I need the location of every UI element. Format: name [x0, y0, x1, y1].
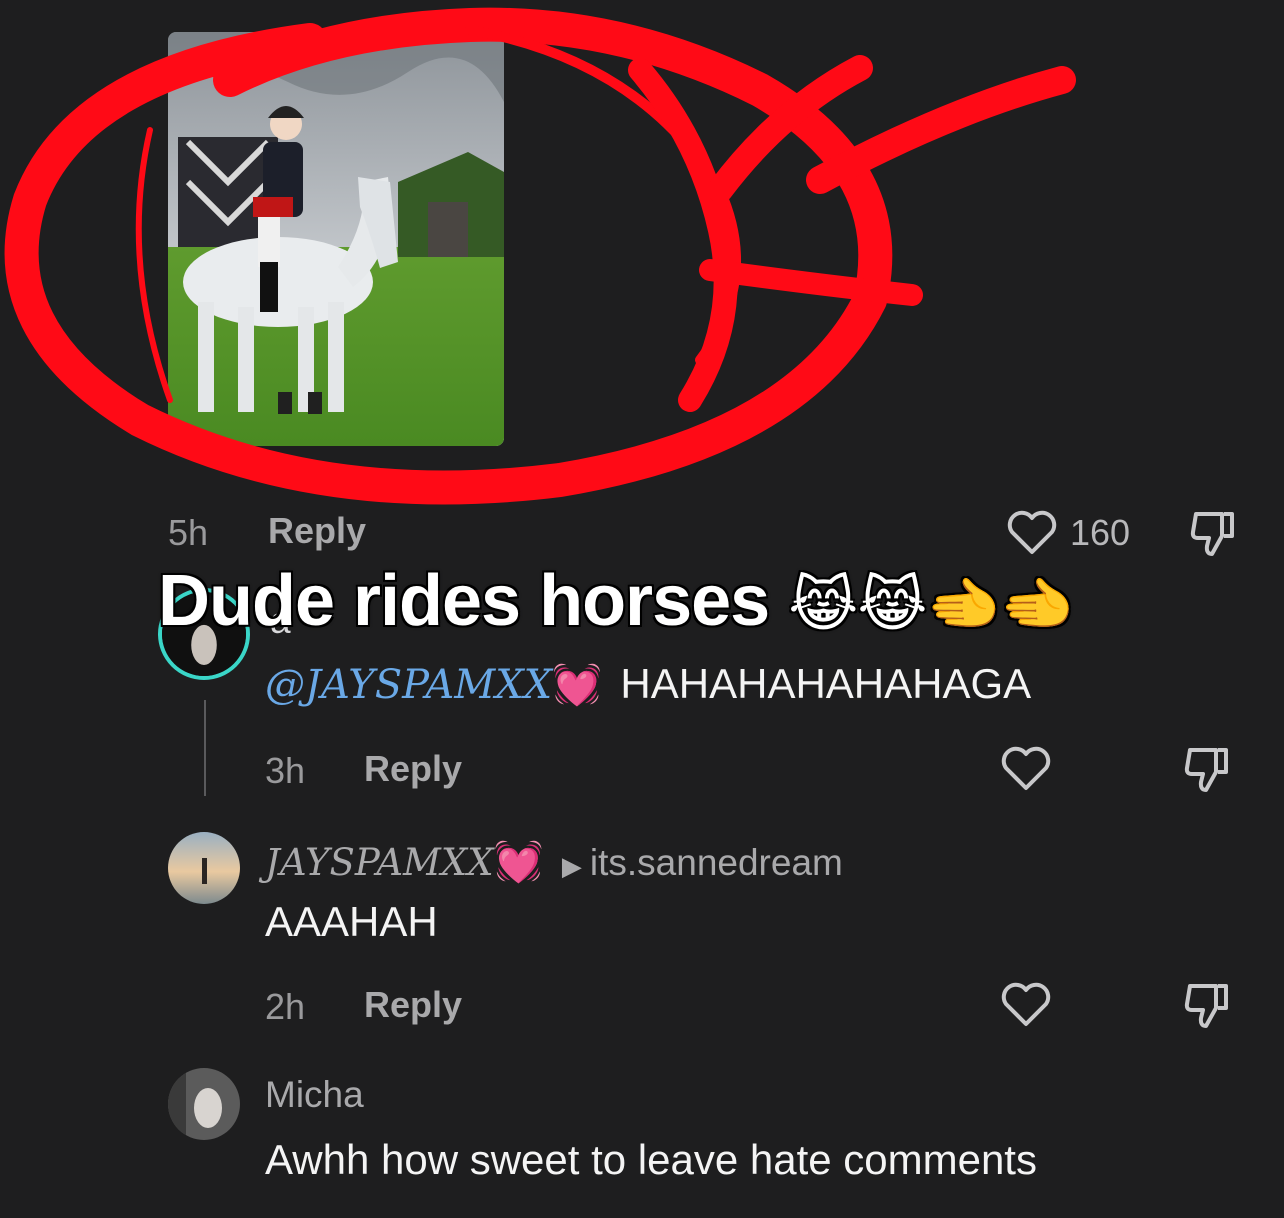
dislike-icon[interactable]: [1186, 508, 1238, 560]
heart-emoji: 💓: [493, 840, 544, 884]
horse-rider-image: [168, 32, 504, 446]
username[interactable]: Micha: [265, 1074, 364, 1116]
reply-2-reply-button[interactable]: Reply: [364, 984, 462, 1026]
reply-1-time: 3h: [265, 750, 306, 791]
avatar[interactable]: [168, 832, 240, 904]
avatar[interactable]: [168, 1068, 240, 1140]
heart-emoji: 💓: [552, 663, 602, 707]
reply-button[interactable]: Reply: [268, 510, 366, 552]
comment-time: 5h: [168, 512, 209, 553]
like-count: 160: [1070, 512, 1131, 553]
caption-emoji: 😹😹🫲🫲: [788, 570, 1075, 640]
caption-text: Dude rides horses: [158, 561, 770, 641]
mention-link[interactable]: @JAYSPAMXX: [265, 662, 552, 708]
username[interactable]: JAYSPAMXX: [265, 841, 494, 884]
heart-icon[interactable]: [1000, 744, 1052, 792]
reply-1-text-row: @JAYSPAMXX💓 HAHAHAHAHAHAGA: [265, 660, 1031, 708]
reply-2-header: JAYSPAMXX💓 ▶ its.sannedream: [265, 838, 843, 885]
heart-icon[interactable]: [1006, 508, 1058, 556]
reply-to-username[interactable]: its.sannedream: [590, 842, 843, 883]
reply-2-time: 2h: [265, 986, 306, 1027]
video-caption: Dude rides horses 😹😹🫲🫲: [158, 560, 1075, 642]
reply-2-text: AAAHAH: [265, 898, 438, 945]
reply-1-text: HAHAHAHAHAHAGA: [620, 660, 1032, 707]
reply-3-text-overflow: [265, 1196, 277, 1218]
dislike-icon[interactable]: [1180, 744, 1232, 796]
reply-1-reply-button[interactable]: Reply: [364, 748, 462, 790]
dislike-icon[interactable]: [1180, 980, 1232, 1032]
play-triangle-icon: ▶: [561, 851, 582, 881]
reply-3-text: Awhh how sweet to leave hate comments: [265, 1136, 1037, 1183]
heart-icon[interactable]: [1000, 980, 1052, 1028]
comment-photo[interactable]: [168, 32, 504, 446]
thread-line: [204, 700, 206, 796]
